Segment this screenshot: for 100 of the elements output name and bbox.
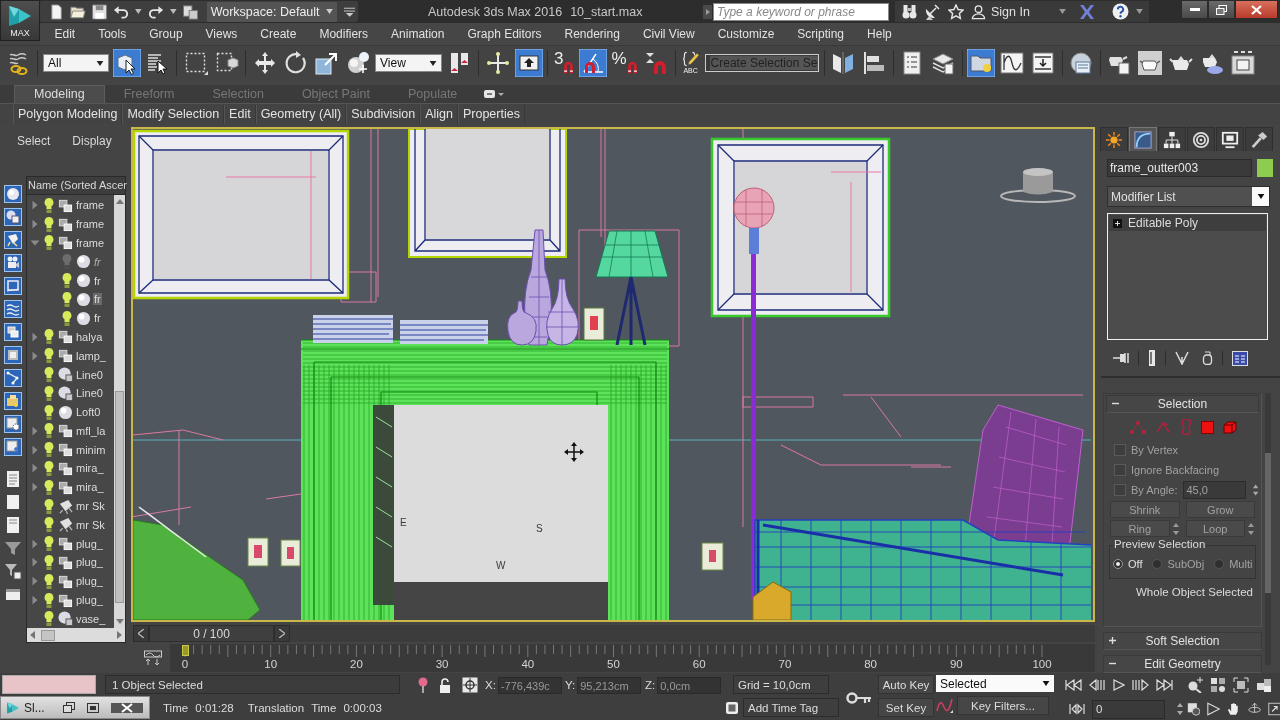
ribbon-panel-button[interactable]: Edit [224,104,256,124]
light-bulb-icon[interactable] [43,536,55,552]
angle-magnet-icon[interactable] [578,49,607,78]
document-lines-icon[interactable] [4,469,22,488]
ribbon-panel-button[interactable]: Subdivision [346,104,421,124]
can-icon[interactable] [1202,351,1213,366]
coordinate-field[interactable]: -776,439c [497,676,562,694]
pin-icon[interactable] [1113,352,1129,365]
padlock-icon[interactable] [439,677,451,693]
package-filter-icon[interactable] [4,391,22,410]
reference-coordinate-dropdown[interactable]: View [375,54,442,73]
cursor-cube-icon[interactable] [112,49,141,78]
object-name[interactable]: lamp_ [75,349,107,362]
object-name[interactable]: minim [75,443,107,456]
wave-arrows-icon[interactable] [144,650,162,667]
up-arrow-box-icon[interactable] [514,49,543,78]
command-panel-tab[interactable] [1245,127,1273,152]
sign-in-button[interactable]: Sign In [971,3,1030,20]
menu-item[interactable]: Create [248,27,308,41]
light-bulb-icon[interactable] [43,554,55,570]
next-frame-button[interactable] [274,624,290,642]
box-gear-filter-icon[interactable] [4,414,22,433]
element-cube-icon[interactable] [1223,420,1237,434]
rounded-square-icon[interactable] [725,700,739,715]
light-bulb-icon[interactable] [43,517,55,533]
menu-item[interactable]: Modifiers [307,27,380,41]
restore-button[interactable] [1208,0,1235,19]
object-color-swatch[interactable] [1257,159,1273,178]
ribbon-options-icon[interactable] [484,89,505,100]
rollout-title[interactable]: Soft Selection [1104,634,1261,649]
maxscript-listener-field[interactable] [2,675,96,695]
blank-page-icon[interactable] [4,492,22,511]
sphere-filter-icon[interactable] [4,184,22,203]
viewport[interactable]: E S W [131,127,1095,623]
light-bulb-icon[interactable] [43,592,55,608]
menu-item[interactable]: Animation [379,27,456,41]
go-to-end-icon[interactable] [1156,679,1173,692]
document-lines-icon[interactable] [4,515,22,534]
rollout-title[interactable]: Selection [1107,397,1258,412]
spinner-icon[interactable] [1176,702,1184,717]
object-name[interactable]: mira_ [75,481,105,494]
view-cube-widget[interactable] [1000,168,1076,204]
horizontal-scrollbar[interactable] [27,628,125,643]
overlapping-squares-icon[interactable] [182,3,198,20]
light-bulb-icon[interactable] [43,235,55,251]
light-bulb-icon[interactable] [43,367,55,382]
scroll-up-icon[interactable] [115,198,124,204]
application-button[interactable]: MAX [0,0,40,41]
frame-marker[interactable] [182,645,189,657]
light-bulb-icon[interactable] [61,273,73,288]
spinner-icon[interactable] [1251,483,1259,498]
restore-icon[interactable] [62,702,75,713]
minimize-button[interactable] [1181,0,1208,19]
explorer-menu[interactable]: Select [17,133,51,148]
expand-arrow-icon[interactable] [30,595,40,606]
close-button[interactable] [1235,0,1278,19]
command-panel-tab[interactable] [1187,127,1215,152]
corners-square-icon[interactable] [1233,677,1249,694]
minimized-window[interactable]: Sl... [0,696,150,719]
object-name[interactable]: frame [75,218,106,231]
workspace-dropdown[interactable]: Workspace: Default [206,1,337,22]
light-bulb-icon[interactable] [43,573,55,589]
light-bulb-icon[interactable] [43,348,55,364]
caret-icon[interactable] [1135,9,1143,14]
light-bulb-icon[interactable] [43,611,55,627]
bars-arrows-icon[interactable] [1069,703,1085,716]
menu-item[interactable]: Customize [706,27,786,41]
redo-arrow-icon[interactable] [147,4,164,19]
ribbon-panel-button[interactable]: Align [420,104,458,124]
ribbon-panel-button[interactable]: Geometry (All) [255,104,347,124]
waves-filter-icon[interactable] [4,299,22,318]
shapes-filter-icon[interactable] [4,207,22,226]
percent-snap-button[interactable]: % [609,49,640,78]
next-key-icon[interactable] [1132,679,1149,692]
coordinate-field[interactable]: 0,0cm [657,676,722,694]
object-name[interactable]: fr [93,312,102,325]
menu-item[interactable]: Views [194,27,249,41]
modifier-list-dropdown[interactable]: Modifier List [1107,186,1270,208]
expand-arrow-icon[interactable] [30,463,40,474]
light-bulb-icon[interactable] [43,216,55,232]
search-field[interactable]: Type a keyword or phrase [713,2,889,21]
key-icon[interactable] [846,691,872,704]
scrollbar-thumb[interactable] [115,390,124,603]
star-icon[interactable] [948,3,964,20]
caret-icon[interactable] [169,9,177,14]
object-name[interactable]: plug_ [75,575,104,588]
snap-toggle-button[interactable]: 3 [552,49,577,78]
object-name[interactable]: fr [93,293,102,306]
vertical-scrollbar[interactable] [114,194,125,629]
square-circle-icon[interactable] [1187,701,1201,718]
menu-item[interactable]: Edit [43,27,87,41]
light-bulb-icon[interactable] [61,291,73,307]
object-name[interactable]: plug_ [75,537,104,550]
object-name[interactable]: Line0 [75,387,104,400]
scroll-down-icon[interactable] [115,619,124,625]
square-outline-filter-icon[interactable] [4,276,22,295]
track-bar[interactable]: 0 10 20 30 40 50 60 70 80 90 100 [170,644,1095,673]
object-name[interactable]: halya [75,330,104,343]
command-panel-tab[interactable] [1216,127,1244,152]
ribbon-panel-button[interactable]: Properties [457,104,525,124]
